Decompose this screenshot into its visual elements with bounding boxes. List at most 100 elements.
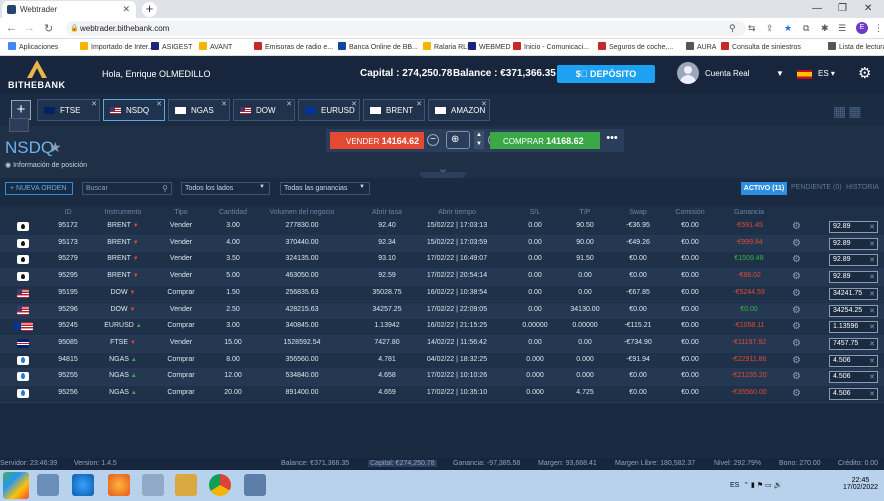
taskbar-clock[interactable]: 22:45 17/02/2022 [843,477,878,491]
column-header[interactable]: Abrir tasa [356,209,418,216]
close-price-input[interactable]: 92.89 ✕ [829,254,878,267]
quantity-stepper[interactable]: ▲ ▼ [474,131,484,149]
favorite-star-icon[interactable]: ★ [49,139,62,156]
close-position-icon[interactable]: ✕ [869,340,875,348]
row-settings-gear-icon[interactable]: ⚙ [792,355,801,366]
tab-pending-orders[interactable]: PENDIENTE (0) [791,184,842,191]
table-row[interactable]: 95256 NGAS ▲ Comprar 20.00 891400.00 4.659 17/… [0,386,884,403]
side-filter-select[interactable]: Todos los lados ▼ [181,182,270,195]
row-settings-gear-icon[interactable]: ⚙ [792,238,801,249]
column-header[interactable]: Abrir tiempo [420,209,494,216]
close-tab-icon[interactable]: ✕ [286,100,292,108]
close-position-icon[interactable]: ✕ [869,223,875,231]
close-tab-icon[interactable]: ✕ [481,100,487,108]
remote-app-icon[interactable] [244,474,266,496]
quantity-input[interactable]: ⊕ [446,131,470,149]
row-settings-gear-icon[interactable]: ⚙ [792,271,801,282]
spain-flag-icon[interactable] [797,70,812,79]
url-input[interactable]: 🔒 webtrader.bithebank.com [66,21,746,36]
table-row[interactable]: 95245 EURUSD ▲ Comprar 3.00 340845.00 1.13942… [0,319,884,336]
system-tray[interactable]: ES ⌃ ▮ ⚑ ▭ 🔊 [730,481,782,489]
bookmark-item[interactable]: Banca Online de BB... [338,42,418,51]
more-options-icon[interactable]: ••• [603,133,621,148]
row-settings-gear-icon[interactable]: ⚙ [792,288,801,299]
position-info-link[interactable]: ◉ Información de posición [5,161,87,169]
close-position-icon[interactable]: ✕ [869,290,875,298]
bookmark-item[interactable]: Seguros de coche,... [598,42,673,51]
close-position-icon[interactable]: ✕ [869,323,875,331]
table-row[interactable]: 95172 BRENT ▼ Vender 3.00 277830.00 92.40 15/0… [0,219,884,236]
close-price-input[interactable]: 4.506 ✕ [829,371,878,384]
row-settings-gear-icon[interactable]: ⚙ [792,371,801,382]
instrument-tab-brent[interactable]: BRENT ✕ [363,99,425,121]
instrument-tab-ngas[interactable]: NGAS ✕ [168,99,230,121]
close-tab-icon[interactable]: ✕ [351,100,357,108]
close-tab-icon[interactable]: ✕ [416,100,422,108]
close-window-icon[interactable]: ✕ [864,3,872,14]
translate-icon[interactable]: ⇆ [748,23,756,34]
tab-active-orders[interactable]: ACTIVO (11) [741,182,787,195]
browser-tab[interactable]: Webtrader ✕ [2,1,136,18]
bookmark-item[interactable]: Aplicaciones [8,42,58,51]
column-header[interactable]: Cantidad [210,209,256,216]
layout-grid-icon[interactable]: ▦▦ [833,103,863,120]
tab-history[interactable]: HISTORIA [846,184,879,191]
account-type[interactable]: Cuenta Real [705,69,749,78]
row-settings-gear-icon[interactable]: ⚙ [792,338,801,349]
app-icon[interactable] [142,474,164,496]
bithebank-logo[interactable]: BITHEBANK [8,58,65,92]
forward-icon[interactable]: → [24,22,35,34]
table-row[interactable]: 95295 BRENT ▼ Vender 5.00 463050.00 92.59 17/0… [0,269,884,286]
bookmark-item[interactable]: Inicio - Comunicaci... [513,42,589,51]
close-position-icon[interactable]: ✕ [869,240,875,248]
new-tab-button[interactable]: + [142,2,157,17]
bookmark-item[interactable]: ASIGEST [151,42,192,51]
instrument-tab-dow[interactable]: DOW ✕ [233,99,295,121]
share-icon[interactable]: ⇪ [766,23,774,34]
profit-filter-select[interactable]: Todas las ganancias ▼ [280,182,370,195]
close-tab-icon[interactable]: ✕ [221,100,227,108]
close-tab-icon[interactable]: ✕ [156,100,162,108]
profile-avatar[interactable]: E [856,22,868,34]
column-header[interactable]: Volumen del negocio [258,209,346,216]
table-row[interactable]: 95085 FTSE ▼ Vender 15.00 1528592.54 7427.80 1… [0,335,884,353]
column-header[interactable]: Instrumento [90,209,156,216]
bookmark-item[interactable]: Lista de lectura [828,42,884,51]
close-price-input[interactable]: 92.89 ✕ [829,271,878,284]
row-settings-gear-icon[interactable]: ⚙ [792,321,801,332]
maximize-icon[interactable]: ❐ [838,3,847,14]
close-price-input[interactable]: 92.89 ✕ [829,237,878,250]
reading-list-icon[interactable]: ☰ [838,23,846,34]
table-row[interactable]: 95296 DOW ▼ Vender 2.50 428215.63 34257.25 17/… [0,302,884,320]
column-header[interactable]: Ganancia [718,209,780,216]
table-row[interactable]: 95195 DOW ▼ Comprar 1.50 256835.63 35028.75 16… [0,285,884,303]
settings-gear-icon[interactable]: ⚙ [858,64,871,82]
close-tab-icon[interactable]: ✕ [122,4,130,15]
column-header[interactable]: Comisión [664,209,716,216]
chevron-down-icon[interactable]: ▼ [776,69,784,78]
table-row[interactable]: 94815 NGAS ▲ Comprar 8.00 356560.00 4.781 04/0… [0,352,884,370]
reload-icon[interactable]: ↻ [44,22,53,35]
sell-button[interactable]: VENDER 14164.62 [330,132,424,149]
close-position-icon[interactable]: ✕ [869,390,875,398]
row-settings-gear-icon[interactable]: ⚙ [792,221,801,232]
column-header[interactable]: Tipo [160,209,202,216]
search-input[interactable]: Buscar ⚲ [82,182,172,195]
chrome-icon[interactable] [209,474,231,496]
internet-explorer-icon[interactable] [72,474,94,496]
deposit-button[interactable]: $⃝ DEPÓSITO [557,65,655,83]
close-price-input[interactable]: 7457.75 ✕ [829,337,878,350]
close-position-icon[interactable]: ✕ [869,256,875,264]
buy-button[interactable]: COMPRAR 14168.62 [490,132,600,149]
bookmark-item[interactable]: WEBMED [468,42,511,51]
back-icon[interactable]: ← [6,22,17,34]
user-avatar[interactable] [677,62,699,84]
column-header[interactable]: ID [48,209,88,216]
minimize-icon[interactable]: — [812,3,822,14]
sidebar-toggle[interactable] [9,118,29,132]
instrument-tab-nsdq[interactable]: NSDQ ✕ [103,99,165,121]
column-header[interactable]: T/P [560,209,610,216]
close-tab-icon[interactable]: ✕ [91,100,97,108]
close-price-input[interactable]: 34241.75 ✕ [829,287,878,300]
bookmark-item[interactable]: Consulta de siniestros [721,42,801,51]
